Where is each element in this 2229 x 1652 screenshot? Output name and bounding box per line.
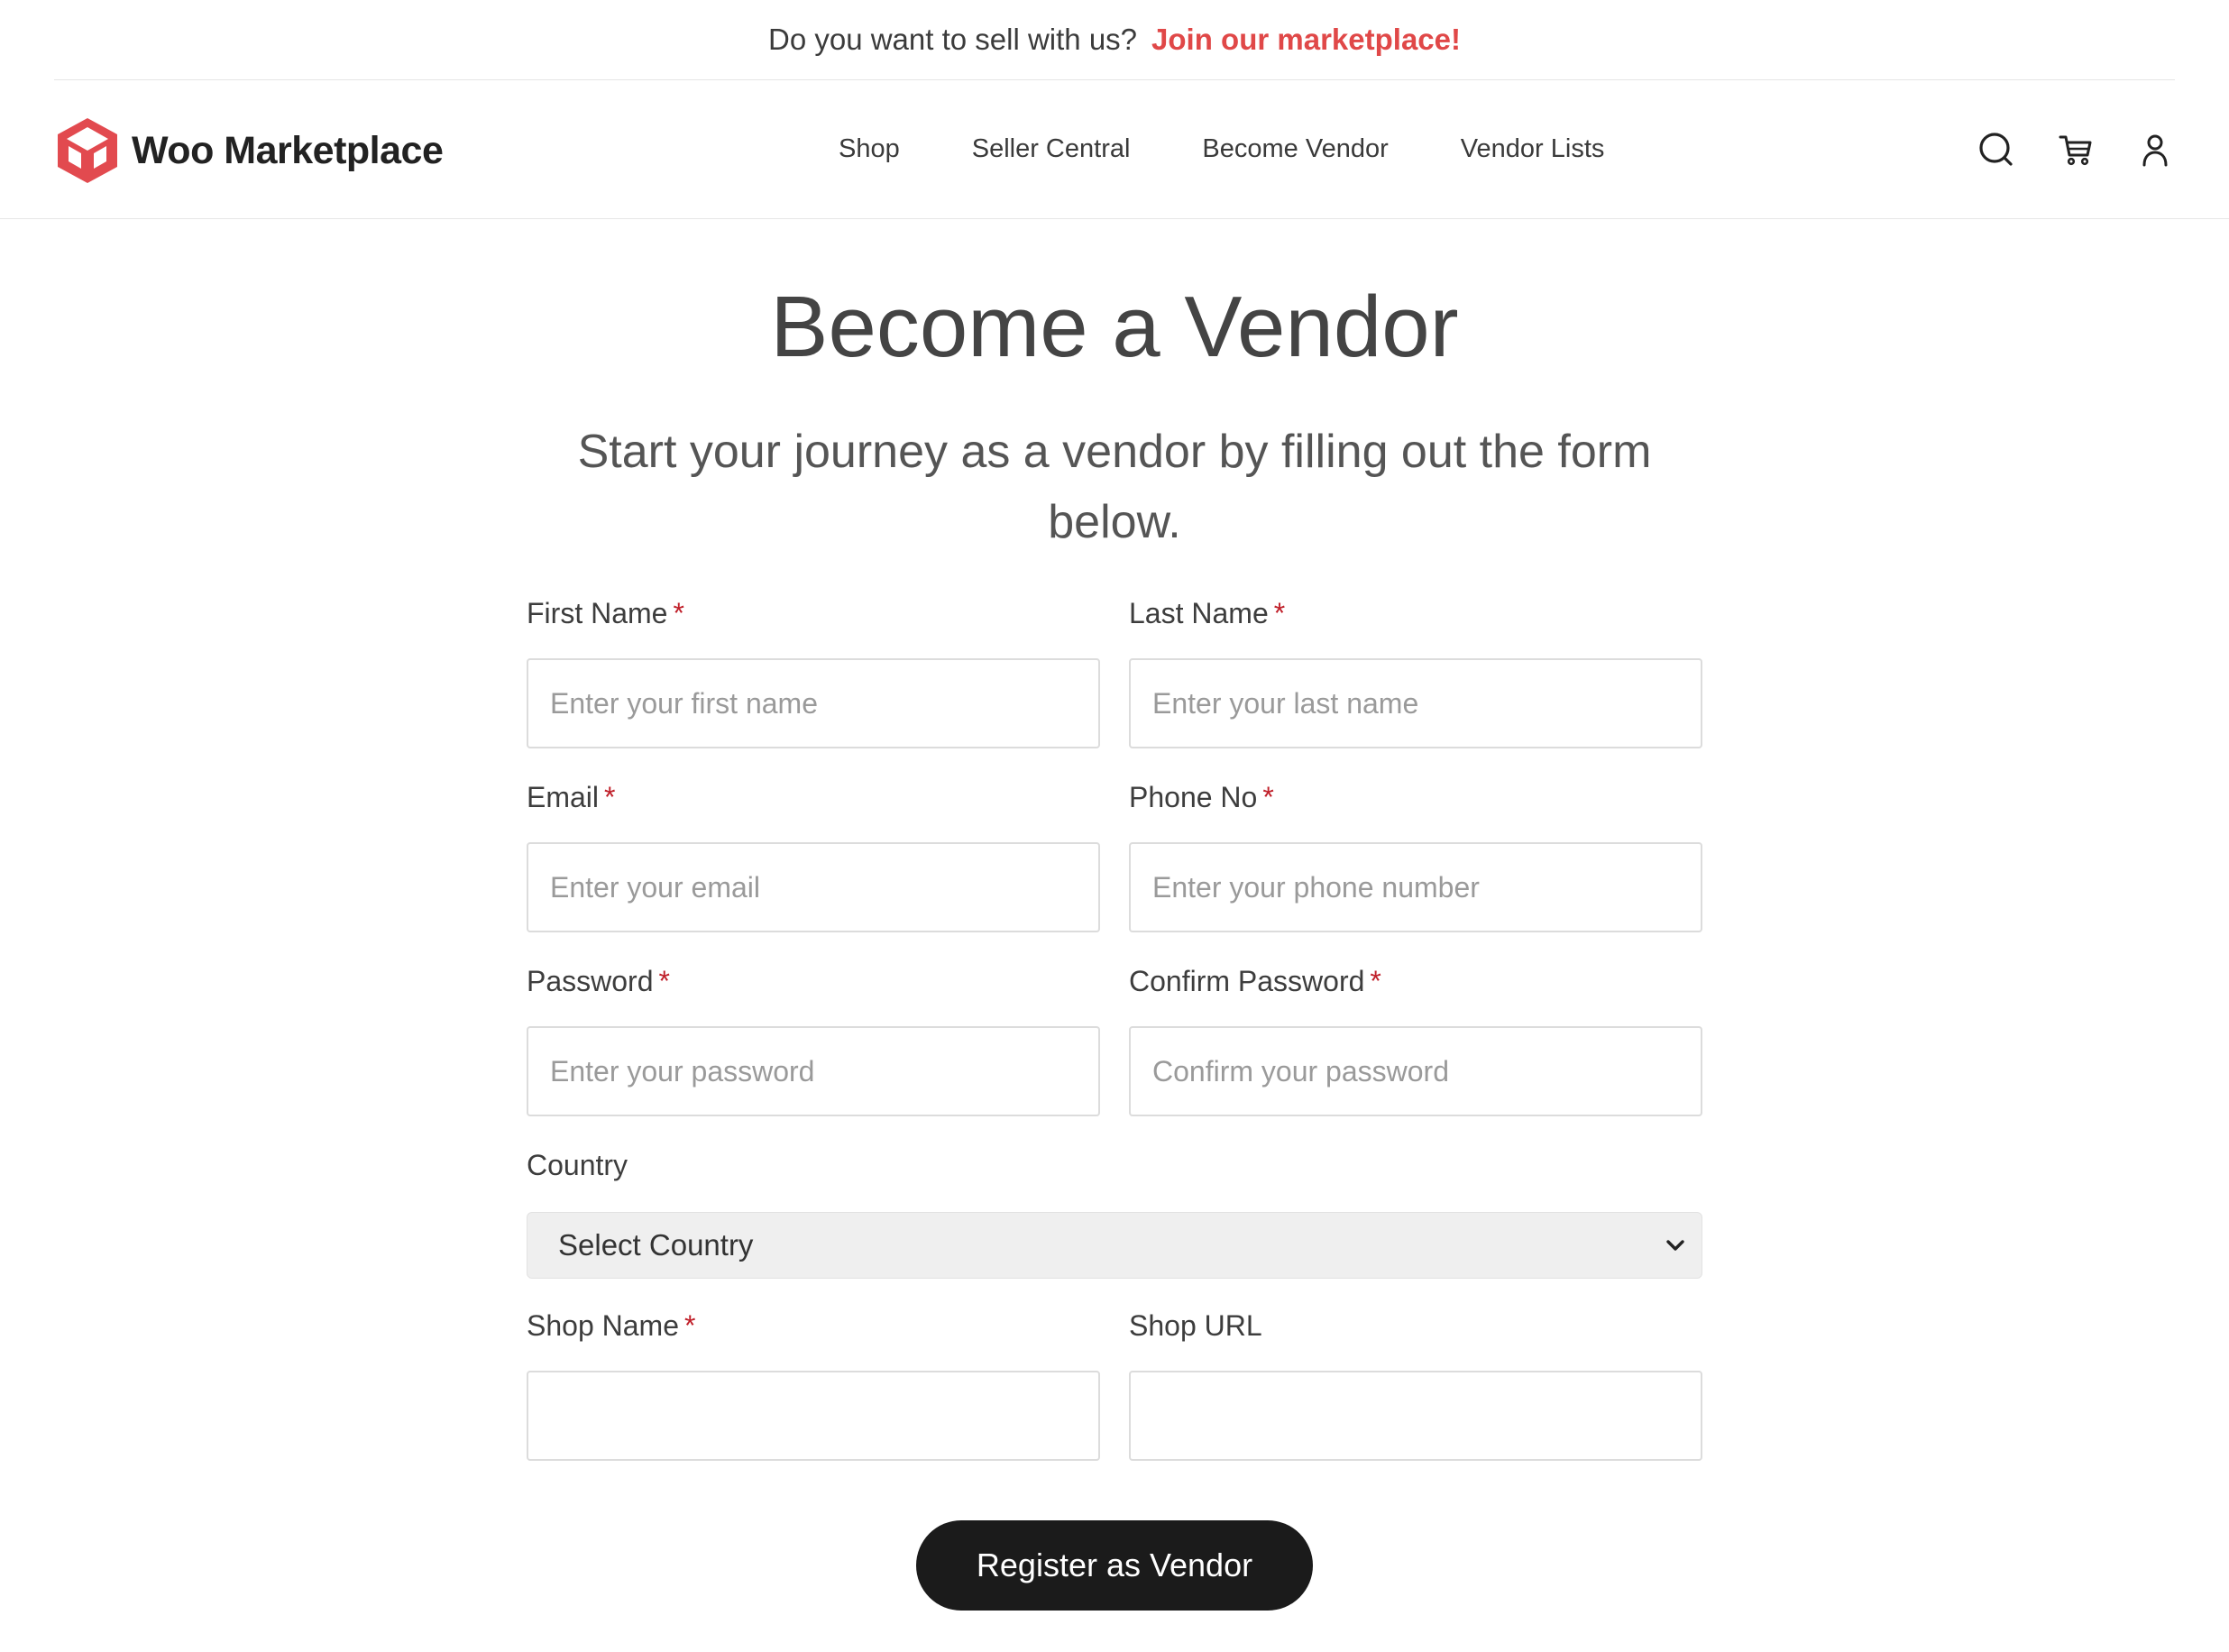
header-actions [1937, 80, 2175, 218]
chevron-down-icon [1666, 1240, 1684, 1251]
site-header: Woo Marketplace Shop Seller Central Beco… [0, 80, 2229, 219]
shop-name-group: Shop Name * [527, 1299, 1100, 1461]
shop-url-input[interactable] [1129, 1371, 1702, 1461]
cart-icon [2059, 135, 2092, 165]
password-label: Password * [527, 965, 670, 997]
country-select[interactable]: Select Country [527, 1212, 1702, 1279]
nav-vendor-lists[interactable]: Vendor Lists [1461, 134, 1605, 164]
country-selected-value: Select Country [558, 1228, 754, 1262]
register-vendor-button[interactable]: Register as Vendor [916, 1520, 1313, 1611]
page-subtitle: Start your journey as a vendor by fillin… [577, 426, 1652, 548]
join-marketplace-link[interactable]: Join our marketplace! [1151, 23, 1461, 57]
password-input[interactable] [527, 1026, 1100, 1116]
phone-input[interactable] [1129, 842, 1702, 932]
search-button[interactable] [1977, 130, 2016, 170]
user-icon [2142, 134, 2168, 166]
shop-url-label: Shop URL [1129, 1309, 1262, 1342]
phone-group: Phone No * [1129, 770, 1702, 932]
first-name-input[interactable] [527, 658, 1100, 748]
email-label: Email * [527, 781, 616, 813]
account-button[interactable] [2135, 130, 2175, 170]
nav-become-vendor[interactable]: Become Vendor [1202, 134, 1388, 164]
nav-seller-central[interactable]: Seller Central [972, 134, 1131, 164]
password-group: Password * [527, 954, 1100, 1116]
confirm-password-input[interactable] [1129, 1026, 1702, 1116]
required-mark: * [1273, 597, 1286, 629]
required-mark: * [1370, 965, 1381, 997]
confirm-password-label: Confirm Password * [1129, 965, 1381, 997]
last-name-input[interactable] [1129, 658, 1702, 748]
announcement-bar: Do you want to sell with us? Join our ma… [54, 0, 2175, 80]
required-mark: * [1262, 781, 1274, 813]
email-input[interactable] [527, 842, 1100, 932]
main-nav: Shop Seller Central Become Vendor Vendor… [839, 80, 1676, 218]
page-title: Become a Vendor [770, 279, 1459, 375]
confirm-password-group: Confirm Password * [1129, 954, 1702, 1116]
email-group: Email * [527, 770, 1100, 932]
country-group: Country Select Country [527, 1138, 1702, 1279]
required-mark: * [658, 965, 670, 997]
nav-shop[interactable]: Shop [839, 134, 900, 164]
logo[interactable]: Woo Marketplace [56, 116, 444, 185]
shop-name-label: Shop Name * [527, 1309, 696, 1342]
announcement-text: Do you want to sell with us? [768, 23, 1138, 56]
required-mark: * [604, 781, 616, 813]
shop-name-input[interactable] [527, 1371, 1100, 1461]
phone-label: Phone No * [1129, 781, 1274, 813]
brand-name: Woo Marketplace [132, 128, 444, 172]
first-name-label: First Name * [527, 597, 684, 629]
required-mark: * [673, 597, 684, 629]
first-name-group: First Name * [527, 586, 1100, 748]
logo-icon [58, 118, 117, 183]
shop-url-group: Shop URL [1129, 1299, 1702, 1461]
country-label: Country [527, 1149, 628, 1181]
last-name-group: Last Name * [1129, 586, 1702, 748]
cart-button[interactable] [2056, 130, 2096, 170]
required-mark: * [683, 1309, 696, 1342]
last-name-label: Last Name * [1129, 597, 1286, 629]
search-icon [1979, 132, 2013, 166]
